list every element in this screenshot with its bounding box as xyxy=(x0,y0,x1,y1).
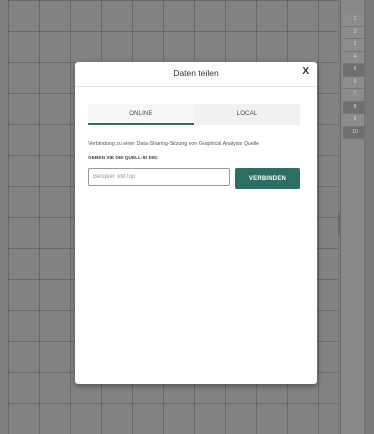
table-scrollbar[interactable] xyxy=(364,0,374,434)
source-id-input[interactable] xyxy=(88,168,230,186)
tab-local[interactable]: LOCAL xyxy=(194,104,300,125)
dialog-header: Daten teilen X xyxy=(75,62,317,87)
connection-info-text: Verbindung zu einer Data-Sharing-Sitzung… xyxy=(88,141,260,147)
connect-button[interactable]: VERBINDEN xyxy=(235,168,300,189)
panel-resize-handle[interactable] xyxy=(338,212,341,236)
dialog-title: Daten teilen xyxy=(173,68,219,78)
tab-online[interactable]: ONLINE xyxy=(88,104,194,125)
share-data-dialog: Daten teilen X ONLINE LOCAL Verbindung z… xyxy=(75,62,317,384)
close-icon[interactable]: X xyxy=(302,66,309,77)
share-mode-tabs: ONLINE LOCAL xyxy=(88,104,300,125)
source-id-label: GEBEN SIE DIE QUELL-ID EIN: xyxy=(88,156,159,161)
